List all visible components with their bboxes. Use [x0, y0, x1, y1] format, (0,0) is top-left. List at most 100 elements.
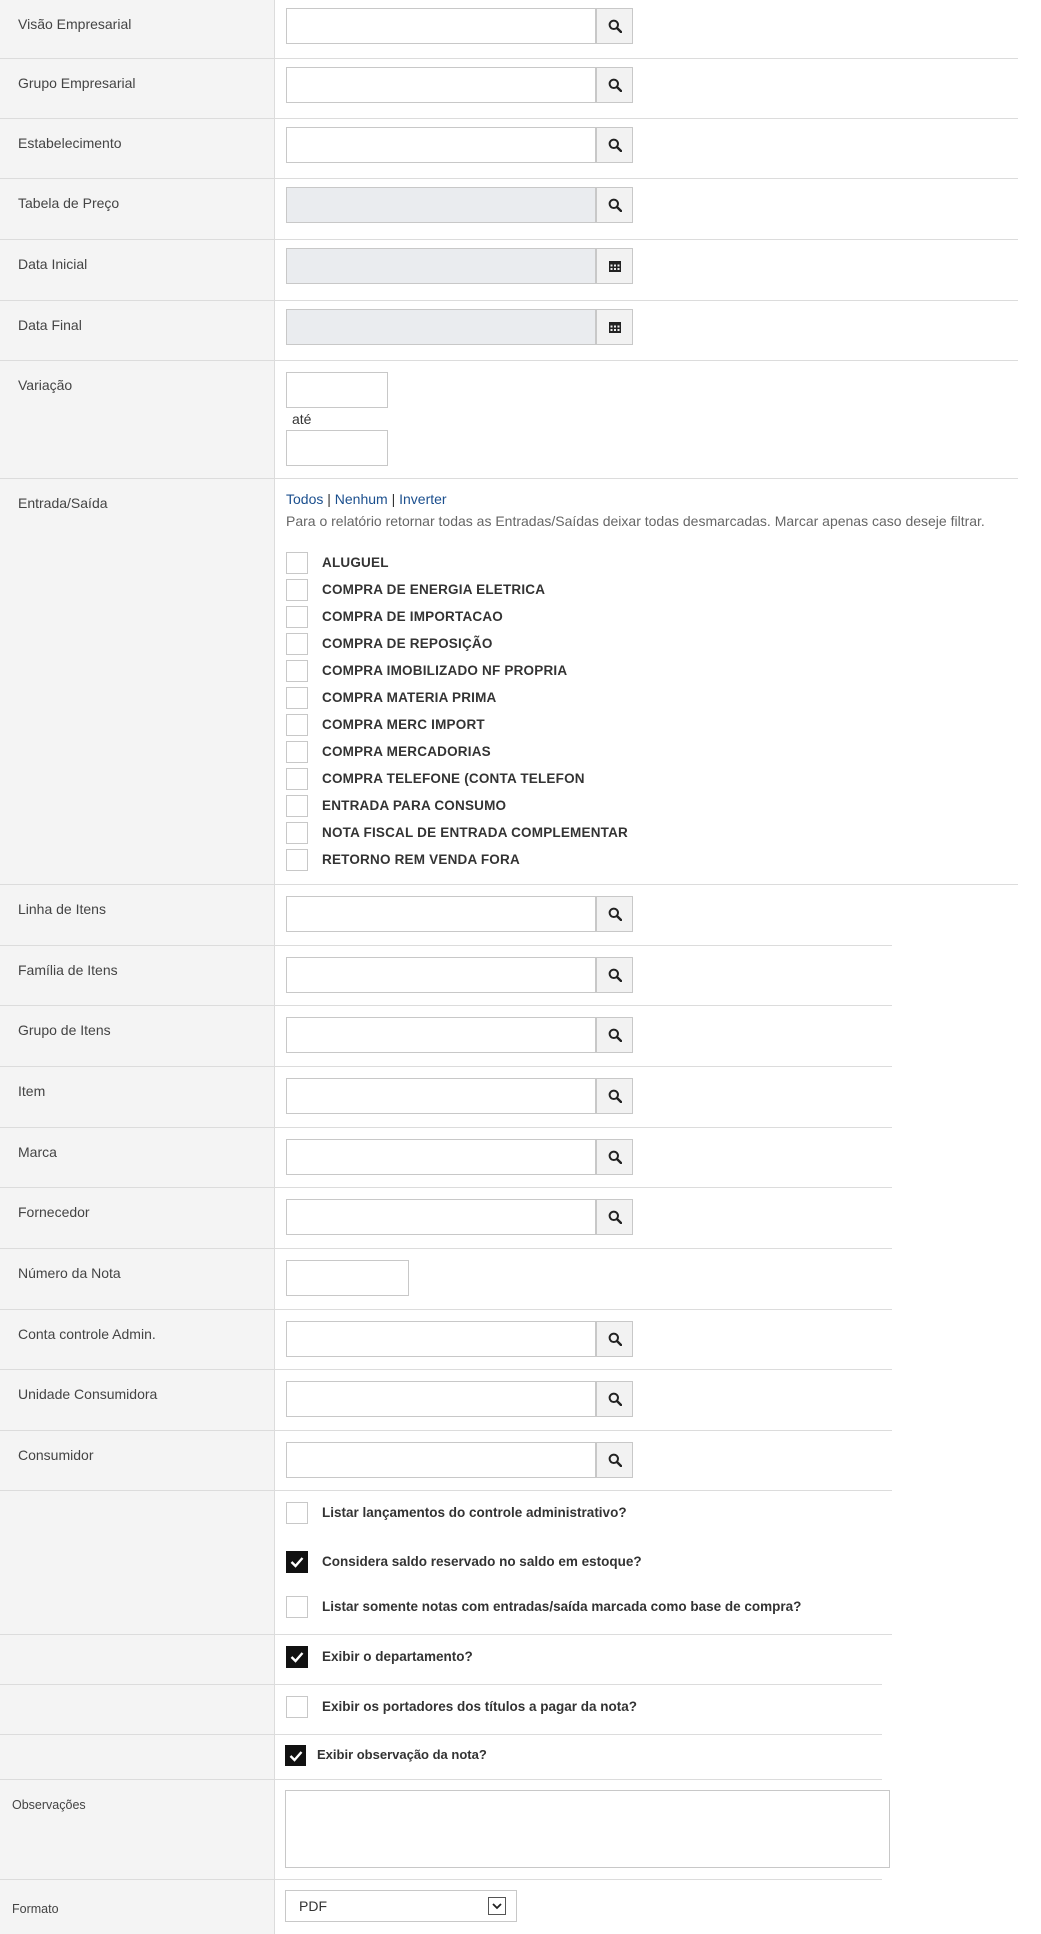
checkbox-entrada-saida[interactable]: [286, 741, 308, 763]
checkbox-entrada-saida[interactable]: [286, 714, 308, 736]
listar-lancamentos-checkbox[interactable]: [286, 1502, 308, 1524]
unidade-consumidora-search-button[interactable]: [596, 1381, 633, 1417]
familia-itens-search-button[interactable]: [596, 957, 633, 993]
unidade-consumidora-input[interactable]: [286, 1381, 596, 1417]
consumidor-input[interactable]: [286, 1442, 596, 1478]
data-final-input[interactable]: [286, 309, 596, 345]
nenhum-link[interactable]: Nenhum: [335, 491, 388, 507]
formato-select[interactable]: PDF: [285, 1890, 517, 1922]
label-estabelecimento: Estabelecimento: [18, 135, 122, 151]
grupo-empresarial-input[interactable]: [286, 67, 596, 103]
row-variacao: Variação até: [0, 361, 1018, 479]
label-data-final: Data Final: [18, 317, 82, 333]
exibir-observacao-checkbox[interactable]: [285, 1745, 306, 1766]
familia-itens-input[interactable]: [286, 957, 596, 993]
checkbox-entrada-saida[interactable]: [286, 552, 308, 574]
row-options-group: Listar lançamentos do controle administr…: [0, 1491, 892, 1635]
consumidor-search-button[interactable]: [596, 1442, 633, 1478]
checkbox-entrada-saida[interactable]: [286, 687, 308, 709]
search-icon: [608, 198, 622, 212]
variacao-ate-label: até: [292, 411, 312, 427]
search-icon: [608, 1392, 622, 1406]
exibir-portadores-checkbox[interactable]: [286, 1696, 308, 1718]
linha-itens-search-button[interactable]: [596, 896, 633, 932]
checkbox-entrada-saida[interactable]: [286, 795, 308, 817]
considera-saldo-checkbox[interactable]: [286, 1551, 308, 1573]
row-exibir-portadores: Exibir os portadores dos títulos a pagar…: [0, 1685, 882, 1735]
numero-nota-input[interactable]: [286, 1260, 409, 1296]
entrada-saida-item-label: COMPRA MERC IMPORT: [322, 717, 485, 732]
calendar-icon: [608, 322, 621, 333]
grupo-empresarial-search-button[interactable]: [596, 67, 633, 103]
label-variacao: Variação: [18, 377, 73, 393]
entrada-saida-item-label: COMPRA MERCADORIAS: [322, 744, 491, 759]
entrada-saida-item-label: COMPRA DE IMPORTACAO: [322, 609, 503, 624]
row-consumidor: Consumidor: [0, 1431, 892, 1491]
linha-itens-input[interactable]: [286, 896, 596, 932]
label-grupo-itens: Grupo de Itens: [18, 1022, 111, 1038]
inverter-link[interactable]: Inverter: [399, 491, 446, 507]
entrada-saida-hint: Para o relatório retornar todas as Entra…: [286, 513, 985, 529]
row-data-final: Data Final: [0, 301, 1018, 361]
marca-input[interactable]: [286, 1139, 596, 1175]
row-formato: Formato PDF: [0, 1880, 882, 1934]
search-icon: [608, 1210, 622, 1224]
item-input[interactable]: [286, 1078, 596, 1114]
todos-link[interactable]: Todos: [286, 491, 323, 507]
listar-somente-checkbox[interactable]: [286, 1596, 308, 1618]
data-inicial-input[interactable]: [286, 248, 596, 284]
estabelecimento-search-button[interactable]: [596, 127, 633, 163]
label-linha-itens: Linha de Itens: [18, 901, 106, 917]
entrada-saida-item-label: COMPRA TELEFONE (CONTA TELEFON: [322, 771, 585, 786]
checkbox-entrada-saida[interactable]: [286, 849, 308, 871]
exibir-departamento-checkbox[interactable]: [286, 1646, 308, 1668]
fornecedor-input[interactable]: [286, 1199, 596, 1235]
entrada-saida-item-label: ALUGUEL: [322, 555, 389, 570]
item-search-button[interactable]: [596, 1078, 633, 1114]
row-conta-controle: Conta controle Admin.: [0, 1310, 892, 1370]
selection-links: Todos | Nenhum | Inverter: [286, 491, 447, 507]
grupo-itens-input[interactable]: [286, 1017, 596, 1053]
fornecedor-search-button[interactable]: [596, 1199, 633, 1235]
row-grupo-itens: Grupo de Itens: [0, 1006, 892, 1067]
checkbox-entrada-saida[interactable]: [286, 579, 308, 601]
visao-empresarial-input[interactable]: [286, 8, 596, 44]
search-icon: [608, 78, 622, 92]
tabela-preco-search-button[interactable]: [596, 187, 633, 223]
conta-controle-search-button[interactable]: [596, 1321, 633, 1357]
search-icon: [608, 1150, 622, 1164]
marca-search-button[interactable]: [596, 1139, 633, 1175]
tabela-preco-input[interactable]: [286, 187, 596, 223]
exibir-departamento-label: Exibir o departamento?: [322, 1649, 473, 1664]
checkbox-entrada-saida[interactable]: [286, 633, 308, 655]
variacao-max-input[interactable]: [286, 430, 388, 466]
row-numero-nota: Número da Nota: [0, 1249, 892, 1310]
observacoes-textarea[interactable]: [285, 1790, 890, 1868]
label-observacoes: Observações: [12, 1798, 86, 1812]
checkbox-entrada-saida[interactable]: [286, 822, 308, 844]
checkbox-entrada-saida[interactable]: [286, 606, 308, 628]
row-grupo-empresarial: Grupo Empresarial: [0, 59, 1018, 119]
exibir-observacao-label: Exibir observação da nota?: [317, 1747, 487, 1762]
listar-lancamentos-label: Listar lançamentos do controle administr…: [322, 1505, 627, 1520]
variacao-min-input[interactable]: [286, 372, 388, 408]
visao-empresarial-search-button[interactable]: [596, 8, 633, 44]
grupo-itens-search-button[interactable]: [596, 1017, 633, 1053]
exibir-portadores-label: Exibir os portadores dos títulos a pagar…: [322, 1699, 638, 1714]
checkbox-entrada-saida[interactable]: [286, 660, 308, 682]
data-final-calendar-button[interactable]: [596, 309, 633, 345]
conta-controle-input[interactable]: [286, 1321, 596, 1357]
data-inicial-calendar-button[interactable]: [596, 248, 633, 284]
label-numero-nota: Número da Nota: [18, 1265, 121, 1281]
formato-selected-value: PDF: [299, 1898, 327, 1914]
label-conta-controle: Conta controle Admin.: [18, 1326, 156, 1342]
checkbox-entrada-saida[interactable]: [286, 768, 308, 790]
estabelecimento-input[interactable]: [286, 127, 596, 163]
considera-saldo-label: Considera saldo reservado no saldo em es…: [322, 1554, 642, 1569]
listar-somente-label: Listar somente notas com entradas/saída …: [322, 1599, 802, 1614]
search-icon: [608, 1453, 622, 1467]
row-entrada-saida: Entrada/Saída Todos | Nenhum | Inverter …: [0, 479, 1018, 885]
row-observacoes: Observações: [0, 1780, 890, 1880]
row-marca: Marca: [0, 1128, 892, 1188]
label-marca: Marca: [18, 1144, 57, 1160]
